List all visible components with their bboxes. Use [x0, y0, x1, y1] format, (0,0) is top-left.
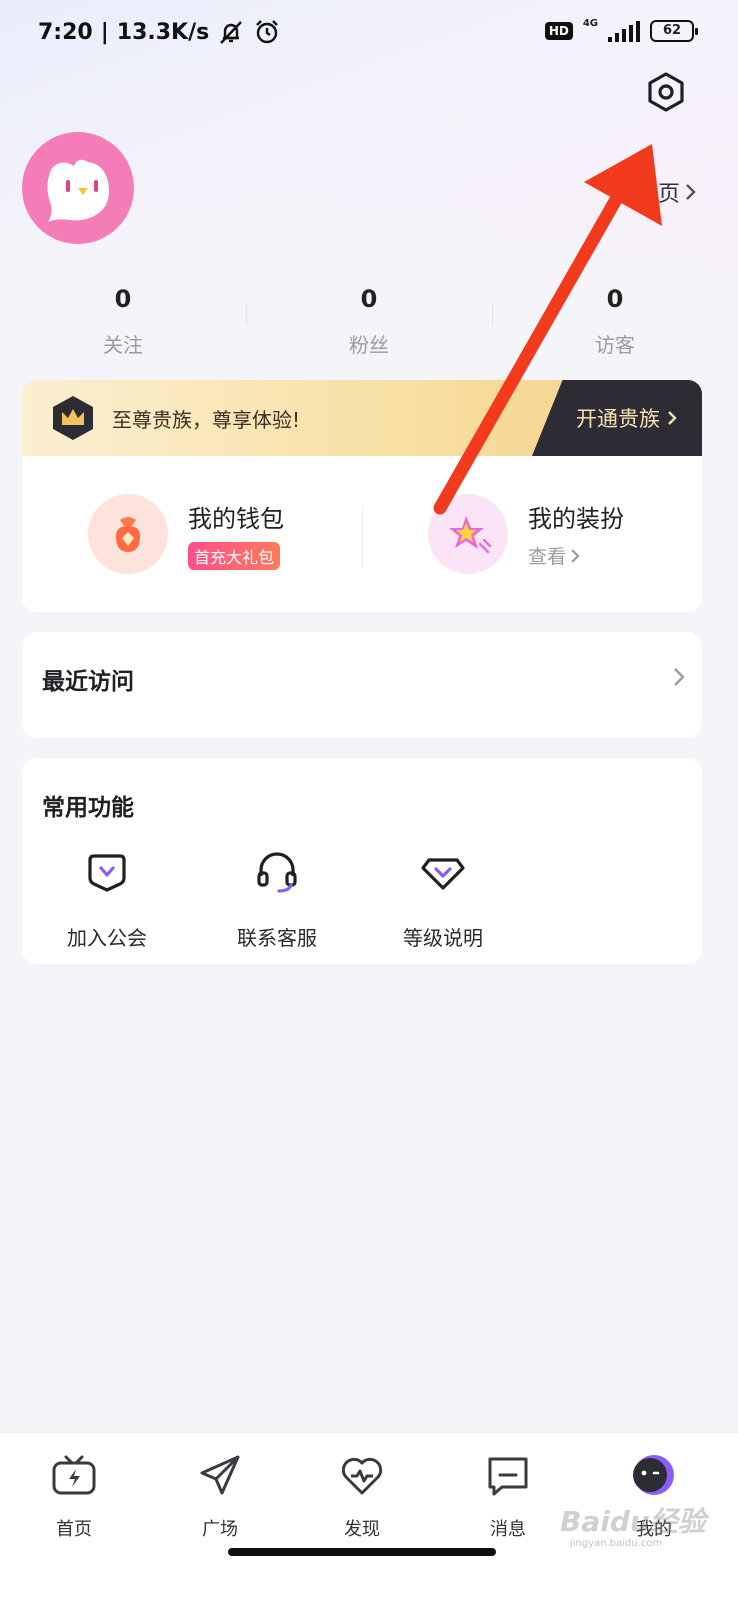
func-label: 加入公会: [67, 926, 147, 950]
recent-visits-card[interactable]: 最近访问: [22, 632, 702, 738]
status-separator: |: [100, 19, 109, 45]
watermark-url: jingyan.baidu.com: [570, 1538, 663, 1549]
stat-label: 粉丝: [349, 333, 389, 357]
guild-icon: [88, 854, 126, 892]
open-vip-label: 开通贵族: [576, 407, 660, 431]
common-functions-title: 常用功能: [42, 795, 134, 821]
chevron-right-icon: [674, 668, 685, 686]
watermark-brand: Baidu经验: [560, 1505, 706, 1538]
stat-visitors[interactable]: 0 访客: [492, 285, 738, 358]
star-icon: [428, 494, 508, 574]
chevron-right-icon: [571, 548, 580, 563]
dressup-view-link[interactable]: 查看: [528, 542, 624, 569]
paper-plane-icon: [200, 1455, 240, 1495]
join-guild-item[interactable]: 加入公会: [42, 848, 172, 951]
avatar[interactable]: [22, 132, 134, 244]
avatar-bird-icon: [47, 159, 109, 222]
nav-home[interactable]: 首页: [24, 1451, 124, 1541]
chevron-right-icon: [668, 411, 677, 425]
wallet-title: 我的钱包: [188, 504, 284, 533]
my-dressup[interactable]: 我的装扮 查看: [428, 494, 624, 574]
stat-count: 0: [360, 285, 378, 313]
alarm-icon: [256, 20, 279, 44]
nav-label: 广场: [202, 1519, 238, 1540]
first-charge-badge: 首充大礼包: [188, 541, 281, 570]
stat-count: 0: [606, 285, 624, 313]
nav-label: 首页: [56, 1519, 92, 1540]
wallet-bag-icon: [88, 494, 168, 574]
network-type: 4G: [582, 17, 598, 29]
common-functions-card: 常用功能 加入公会 联系客服 等级说明: [22, 758, 702, 964]
dressup-title: 我的装扮: [528, 505, 624, 533]
home-indicator[interactable]: [228, 1548, 496, 1556]
vip-banner[interactable]: 至尊贵族，尊享体验! 开通贵族: [22, 380, 702, 456]
signal-icon: [608, 20, 640, 42]
wallet-text: 我的钱包 首充大礼包: [188, 499, 284, 570]
nav-messages[interactable]: 消息: [458, 1451, 558, 1541]
mute-bell-icon: [220, 21, 243, 44]
settings-icon[interactable]: [644, 70, 688, 114]
nav-label: 消息: [490, 1519, 526, 1540]
stat-label: 关注: [103, 333, 143, 357]
headset-icon: [257, 852, 297, 893]
tv-icon: [52, 1455, 96, 1495]
status-speed: 13.3K/s: [116, 19, 210, 45]
my-wallet[interactable]: 我的钱包 首充大礼包: [88, 494, 284, 574]
homepage-label: 主页: [636, 182, 681, 207]
dressup-view-label: 查看: [528, 546, 567, 568]
stat-fans[interactable]: 0 粉丝: [246, 285, 492, 358]
status-bar: 7:20 | 13.3K/s HD 4G 62: [0, 0, 738, 64]
func-label: 联系客服: [237, 926, 317, 950]
divider: [362, 506, 363, 568]
status-right: HD 4G 62: [544, 17, 698, 42]
chevron-right-icon: [686, 184, 696, 200]
battery-level: 62: [662, 23, 682, 38]
vip-text: 至尊贵族，尊享体验!: [112, 408, 301, 432]
message-icon: [488, 1457, 528, 1496]
stat-count: 0: [114, 285, 132, 313]
recent-visits-title: 最近访问: [42, 669, 134, 695]
stats-row: 0 关注 0 粉丝 0 访客: [0, 285, 738, 358]
status-left: 7:20 | 13.3K/s: [38, 18, 281, 46]
wallet-card: 我的钱包 首充大礼包 我的装扮 查看: [22, 456, 702, 612]
profile-icon: [633, 1455, 674, 1495]
heart-pulse-icon: [341, 1457, 383, 1495]
homepage-link[interactable]: 主页: [636, 176, 698, 208]
status-time: 7:20: [38, 19, 93, 45]
contact-support-item[interactable]: 联系客服: [212, 848, 342, 951]
stat-following[interactable]: 0 关注: [0, 285, 246, 358]
crown-icon: [53, 396, 93, 440]
hd-badge: HD: [544, 22, 573, 40]
nav-discover[interactable]: 发现: [312, 1451, 412, 1541]
dressup-text: 我的装扮 查看: [528, 499, 624, 569]
func-label: 等级说明: [403, 926, 483, 950]
battery-icon: 62: [650, 20, 698, 42]
level-icon: [421, 858, 465, 890]
nav-square[interactable]: 广场: [170, 1451, 270, 1541]
level-info-item[interactable]: 等级说明: [378, 848, 508, 951]
open-vip-button[interactable]: 开通贵族: [532, 380, 702, 456]
nav-label: 发现: [344, 1519, 380, 1540]
stat-label: 访客: [595, 333, 635, 357]
